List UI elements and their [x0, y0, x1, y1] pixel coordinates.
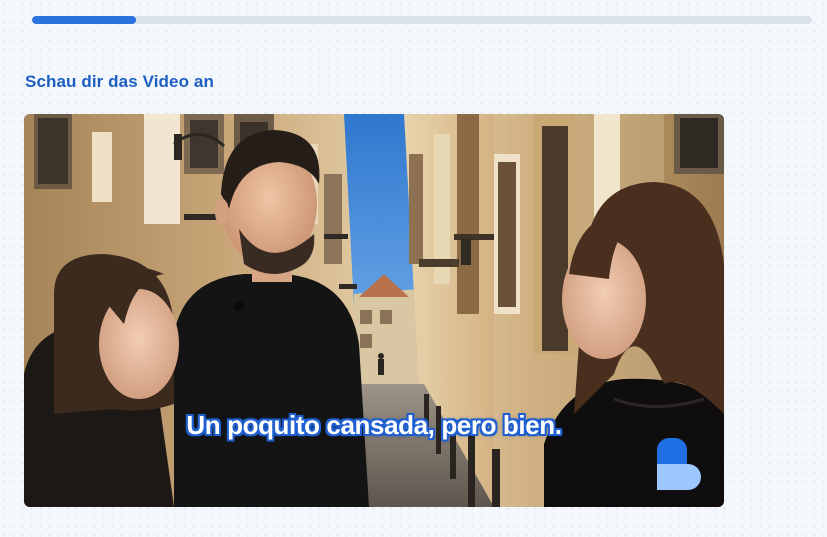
- exercise-instruction: Schau dir das Video an: [25, 72, 214, 91]
- video-player[interactable]: Un poquito cansada, pero bien.: [24, 114, 724, 507]
- lesson-progress-bar: [32, 16, 812, 24]
- video-frame: [24, 114, 724, 507]
- video-subtitle: Un poquito cansada, pero bien.: [186, 410, 562, 440]
- babbel-logo-icon: [657, 438, 701, 490]
- lesson-progress-fill: [32, 16, 136, 24]
